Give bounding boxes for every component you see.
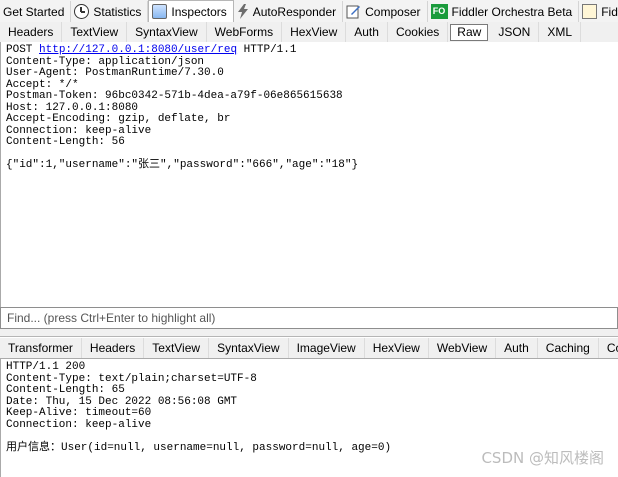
request-tab-raw[interactable]: Raw: [450, 23, 489, 41]
tab-composer[interactable]: Composer: [343, 1, 428, 22]
request-tab-webforms[interactable]: WebForms: [207, 22, 283, 42]
response-tab-auth[interactable]: Auth: [496, 338, 538, 358]
composer-icon: [346, 4, 361, 19]
tab-label: Get Started: [3, 4, 65, 19]
tab-label: Inspectors: [171, 4, 227, 19]
request-tab-cookies[interactable]: Cookies: [388, 22, 449, 42]
tab-label: FiddlerScript: [601, 4, 618, 19]
response-tab-imageview[interactable]: ImageView: [289, 338, 365, 358]
tab-autoresponder[interactable]: AutoResponder: [234, 1, 344, 22]
tab-label: Statistics: [93, 4, 142, 19]
request-header-line: Accept-Encoding: gzip, deflate, br: [6, 113, 231, 125]
response-header-line: Keep-Alive: timeout=60: [6, 407, 152, 419]
request-line: POST http://127.0.0.1:8080/user/req HTTP…: [6, 44, 297, 56]
tab-statistics[interactable]: Statistics: [71, 1, 149, 22]
request-inspector-tabs: Headers TextView SyntaxView WebForms Hex…: [0, 22, 618, 42]
response-tab-headers[interactable]: Headers: [82, 338, 145, 358]
response-tab-textview[interactable]: TextView: [144, 338, 210, 358]
request-tab-syntaxview[interactable]: SyntaxView: [127, 22, 207, 42]
js-icon: [582, 4, 598, 19]
tab-label: Fiddler Orchestra Beta: [451, 4, 573, 19]
pane-splitter[interactable]: [0, 329, 618, 337]
response-tab-syntaxview[interactable]: SyntaxView: [209, 338, 289, 358]
request-header-line: User-Agent: PostmanRuntime/7.30.0: [6, 67, 224, 79]
request-tab-xml[interactable]: XML: [539, 22, 582, 42]
tab-inspectors[interactable]: Inspectors: [148, 0, 234, 22]
request-tab-auth[interactable]: Auth: [346, 22, 388, 42]
request-raw-text[interactable]: POST http://127.0.0.1:8080/user/req HTTP…: [0, 42, 618, 307]
request-tab-textview[interactable]: TextView: [62, 22, 128, 42]
response-header-line: Content-Length: 65: [6, 384, 125, 396]
tab-fiddlerscript[interactable]: FiddlerScript: [579, 1, 618, 22]
response-inspector-tabs: Transformer Headers TextView SyntaxView …: [0, 338, 618, 358]
request-header-line: Content-Length: 56: [6, 136, 125, 148]
tab-label: AutoResponder: [252, 4, 337, 19]
response-tab-cookies[interactable]: Cookies: [599, 338, 618, 358]
lightning-icon: [237, 4, 249, 19]
request-tab-json[interactable]: JSON: [490, 22, 540, 42]
watermark: CSDN @知风楼阁: [481, 449, 604, 467]
find-input[interactable]: Find... (press Ctrl+Enter to highlight a…: [0, 307, 618, 329]
request-url-link[interactable]: http://127.0.0.1:8080/user/req: [39, 44, 237, 56]
tab-fiddler-orchestra[interactable]: FO Fiddler Orchestra Beta: [428, 1, 580, 22]
main-tab-strip: Get Started Statistics Inspectors AutoRe…: [0, 0, 618, 23]
clock-icon: [74, 4, 90, 19]
request-body: {"id":1,"username":"张三","password":"666"…: [6, 159, 359, 171]
request-header-line: Postman-Token: 96bc0342-571b-4dea-a79f-0…: [6, 90, 343, 102]
inspector-icon: [152, 4, 168, 19]
response-tab-caching[interactable]: Caching: [538, 338, 599, 358]
tab-label: Composer: [365, 4, 421, 19]
response-tab-hexview[interactable]: HexView: [365, 338, 429, 358]
response-tab-transformer[interactable]: Transformer: [0, 338, 82, 358]
request-tab-hexview[interactable]: HexView: [282, 22, 347, 42]
request-tab-headers[interactable]: Headers: [0, 22, 63, 42]
response-status-line: HTTP/1.1 200: [6, 361, 86, 373]
fo-icon: FO: [430, 4, 448, 19]
response-header-line: Connection: keep-alive: [6, 418, 152, 431]
tab-get-started[interactable]: Get Started: [0, 1, 72, 22]
response-tab-webview[interactable]: WebView: [429, 338, 497, 358]
